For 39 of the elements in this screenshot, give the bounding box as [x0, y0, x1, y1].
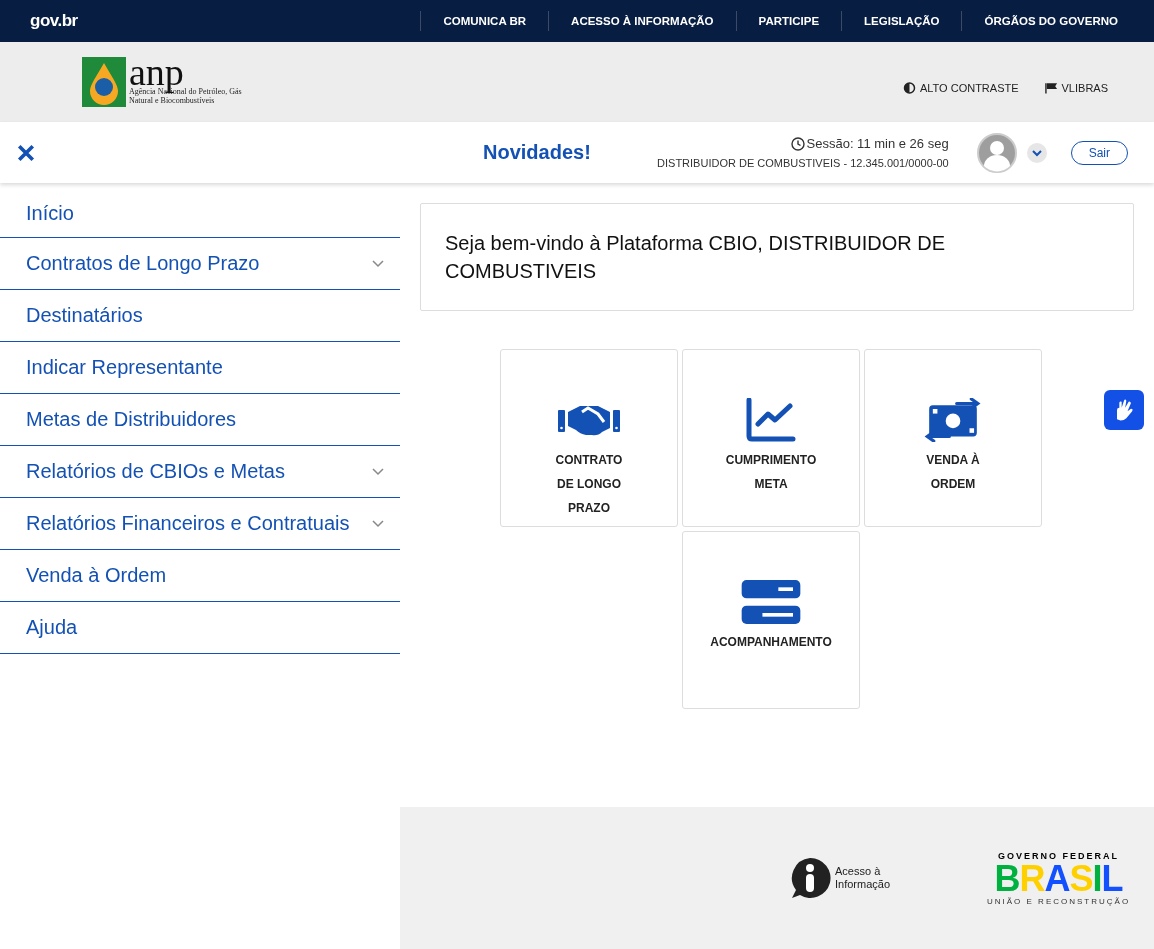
chevron-down-icon	[372, 467, 384, 476]
news-link[interactable]: Novidades!	[483, 141, 591, 164]
shortcut-tile[interactable]: ACOMPANHAMENTO	[682, 531, 860, 709]
logout-button[interactable]: Sair	[1070, 140, 1128, 165]
gov-nav-link[interactable]: LEGISLAÇÃO	[841, 11, 962, 31]
company-name: DISTRIBUIDOR DE COMBUSTIVEIS - 12.345.001/0000-00	[657, 157, 949, 169]
gov-nav-link[interactable]: ACESSO À INFORMAÇÃO	[548, 11, 736, 31]
sidebar-item[interactable]: Destinatários	[0, 290, 400, 342]
shortcut-tile[interactable]: VENDA À ORDEM	[864, 349, 1042, 527]
chevron-down-icon	[372, 519, 384, 528]
chevron-down-icon[interactable]	[1026, 142, 1047, 163]
welcome-message: Seja bem-vindo à Plataforma CBIO, DISTRIBUIDOR DE COMBUSTIVEIS	[445, 231, 947, 284]
shortcut-tile[interactable]: CONTRATO DE LONGO PRAZO	[500, 349, 678, 527]
sidebar-item[interactable]: Relatórios de CBIOs e Metas	[0, 446, 400, 498]
information-access-link[interactable]: Acesso à Informação	[788, 856, 899, 900]
sidebar-item[interactable]: Venda à Ordem	[0, 550, 400, 602]
gov-nav-link[interactable]: COMUNICA BR	[420, 11, 549, 31]
gov-nav-link[interactable]: PARTICIPE	[735, 11, 842, 31]
gov-logo[interactable]: gov.br	[30, 11, 78, 31]
sidebar-item[interactable]: Contratos de Longo Prazo	[0, 238, 400, 290]
sidebar-item[interactable]: Relatórios Financeiros e Contratuais	[0, 498, 400, 550]
avatar-icon[interactable]	[976, 132, 1017, 173]
shortcut-tile[interactable]: CUMPRIMENTO META	[682, 349, 860, 527]
sidebar-item[interactable]: Indicar Representante	[0, 342, 400, 394]
contrast-icon	[902, 82, 916, 94]
accessibility-button[interactable]	[1104, 390, 1144, 430]
header-action[interactable]: ALTO CONTRASTE	[902, 82, 1019, 94]
list-icon	[740, 580, 802, 624]
sidebar-item[interactable]: Metas de Distribuidores	[0, 394, 400, 446]
sidebar-item[interactable]: Início	[0, 189, 400, 238]
gov-nav-link[interactable]: ÓRGÃOS DO GOVERNO	[961, 11, 1140, 31]
government-logo: GOVERNO FEDERAL BRASIL UNIÃO E RECONSTRUÇÃO	[987, 850, 1131, 906]
session-timer: Sessão: 11 min e 26 seg	[806, 136, 949, 151]
close-icon[interactable]	[17, 143, 35, 162]
flag-icon	[1044, 82, 1058, 94]
chevron-down-icon	[372, 259, 384, 268]
sidebar-item[interactable]: Ajuda	[0, 602, 400, 654]
clock-icon	[790, 136, 805, 151]
header-action[interactable]: VLIBRAS	[1044, 82, 1108, 94]
